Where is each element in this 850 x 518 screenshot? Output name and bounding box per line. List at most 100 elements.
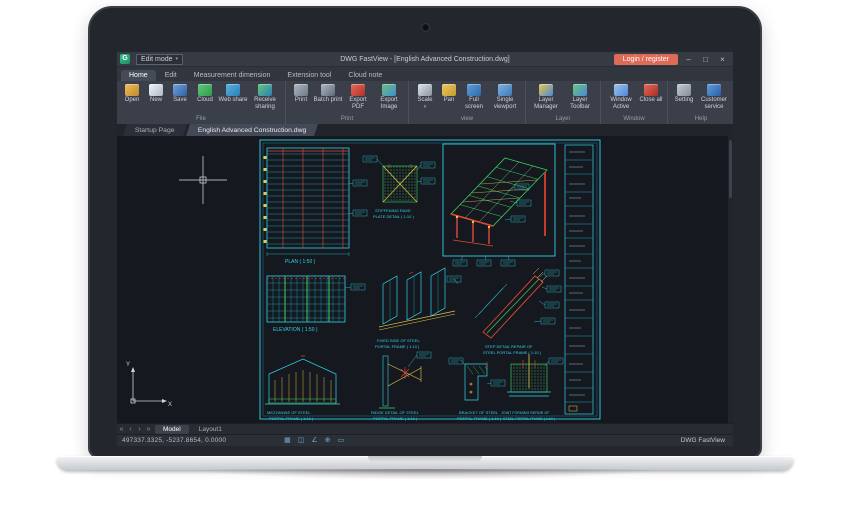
cursor-coordinates: 497337.3325, -5237.8654, 0.0000 (122, 437, 227, 444)
image-icon (382, 84, 396, 96)
tab-extension-tool[interactable]: Extension tool (279, 70, 339, 81)
gear-icon (677, 84, 691, 96)
single-viewport-button[interactable]: Single viewport (488, 83, 522, 110)
grid-icon[interactable]: ▦ (284, 436, 291, 446)
customer-service-button[interactable]: Customer service (697, 83, 731, 110)
svg-text:PORTAL FRAME ( 1:10 ): PORTAL FRAME ( 1:10 ) (373, 416, 418, 421)
svg-text:Y: Y (126, 362, 130, 368)
snap-icon[interactable]: ◫ (298, 436, 305, 446)
bracket-detail: BRACKET OF STEEL PORTAL FRAME ( 1:10 ) (457, 362, 502, 421)
batch-print-button[interactable]: Batch print (313, 83, 343, 104)
full-screen-button[interactable]: Full screen (460, 83, 488, 110)
crosshair-cursor (179, 156, 227, 204)
export-image-button[interactable]: Export Image (373, 83, 405, 110)
svg-text:PORTAL FRAME ( 1:10 ): PORTAL FRAME ( 1:10 ) (269, 416, 314, 421)
svg-text:STEEL PORTAL FRAME ( 1:10 ): STEEL PORTAL FRAME ( 1:10 ) (483, 350, 542, 355)
footing-detail: JOINT FORMING REPAIR OF STEEL PORTAL FRA… (501, 354, 555, 421)
monitor-icon (467, 84, 481, 96)
scale-button[interactable]: Scale ▾ (412, 83, 438, 109)
ucs-axis-icon: Y X (126, 362, 172, 408)
save-floppy-icon (173, 84, 187, 96)
save-button[interactable]: Save (168, 83, 192, 104)
lineweight-icon[interactable]: ▭ (338, 436, 345, 446)
layers-toolbar-icon (573, 84, 587, 96)
layer-toolbar-button[interactable]: Layer Toolbar (563, 83, 597, 110)
login-register-button[interactable]: Login / register (613, 53, 678, 65)
elevation-view: ELEVATION ( 1:50 ) (266, 275, 346, 333)
stiffener-detail: STIFFENING RAKE PLATE DETAIL ( 1:10 ) (373, 164, 418, 219)
export-pdf-button[interactable]: Export PDF (343, 83, 373, 110)
osnap-icon[interactable]: ⊕ (325, 436, 331, 446)
step-detail: STEP DETAIL REPAIR OF STEEL PORTAL FRAME… (474, 267, 548, 355)
nav-prev-button[interactable]: ‹ (126, 426, 135, 433)
nav-last-button[interactable]: » (144, 426, 153, 433)
ribbon-group-view: Scale ▾ Pan Full screen Single viewport … (409, 81, 526, 124)
laptop-notch (368, 456, 482, 462)
hand-pan-icon (442, 84, 456, 96)
chevron-down-icon: ▾ (423, 103, 427, 110)
print-button[interactable]: Print (289, 83, 313, 104)
ribbon-tab-bar: Home Edit Measurement dimension Extensio… (117, 67, 733, 81)
edit-mode-dropdown[interactable]: Edit mode ▾ (136, 53, 184, 65)
layer-manager-button[interactable]: Layer Manager (529, 83, 563, 110)
tab-drawing-file[interactable]: English Advanced Construction.dwg (185, 124, 319, 136)
tab-cloud-note[interactable]: Cloud note (340, 70, 390, 81)
nav-next-button[interactable]: › (135, 426, 144, 433)
tab-edit[interactable]: Edit (157, 70, 185, 81)
angle-icon[interactable]: ∠ (311, 436, 317, 446)
scrollbar-thumb[interactable] (729, 140, 732, 198)
svg-text:PLATE DETAIL ( 1:10 ): PLATE DETAIL ( 1:10 ) (373, 214, 414, 219)
cad-drawing: Y X PLAN (1:50) ELEVATION (1:50) STI… (126, 139, 601, 421)
svg-text:ELEVATION ( 1:50 ): ELEVATION ( 1:50 ) (273, 327, 318, 333)
group-label-print: Print (340, 116, 354, 122)
web-share-button[interactable]: Web share (218, 83, 248, 104)
group-label-window: Window (623, 116, 645, 122)
status-toggle-icons: ▦ ◫ ∠ ⊕ ▭ (284, 436, 344, 446)
laptop-mockup: DWG FastView - [English Advanced Constru… (0, 0, 850, 518)
pan-button[interactable]: Pan (438, 83, 460, 104)
ribbon: Open New Save Cloud Web share Receive sh… (117, 81, 733, 124)
tab-model[interactable]: Model (155, 424, 189, 434)
laptop-shadow (110, 469, 740, 483)
svg-text:PORTAL FRAME ( 1:10 ): PORTAL FRAME ( 1:10 ) (375, 344, 420, 349)
headset-icon (707, 84, 721, 96)
svg-text:PORTAL FRAME ( 1:10 ): PORTAL FRAME ( 1:10 ) (457, 416, 502, 421)
cloud-button[interactable]: Cloud (192, 83, 218, 104)
tab-measurement-dimension[interactable]: Measurement dimension (186, 70, 279, 81)
ribbon-group-print: Print Batch print Export PDF Export Imag… (286, 81, 409, 124)
document-tab-bar: Startup Page English Advanced Constructi… (117, 124, 733, 136)
group-label-help: Help (694, 116, 708, 122)
ribbon-group-window: Window Active Close all Window (601, 81, 668, 124)
svg-text:STIFFENING RAKE: STIFFENING RAKE (375, 208, 411, 213)
svg-text:X: X (168, 402, 172, 408)
ribbon-group-file: Open New Save Cloud Web share Receive sh… (117, 81, 286, 124)
viewport-icon (498, 84, 512, 96)
chevron-down-icon: ▾ (175, 56, 179, 62)
pdf-file-icon (351, 84, 365, 96)
svg-text:STEEL PORTAL FRAME ( 1:10 ): STEEL PORTAL FRAME ( 1:10 ) (503, 417, 555, 421)
nav-first-button[interactable]: « (117, 426, 126, 433)
drawing-canvas[interactable]: Y X PLAN (1:50) ELEVATION (1:50) STI… (117, 136, 733, 423)
vertical-scrollbar (728, 136, 733, 423)
close-button[interactable]: × (716, 54, 729, 65)
close-all-button[interactable]: Close all (638, 83, 664, 104)
minimize-button[interactable]: – (682, 54, 695, 65)
tab-layout1[interactable]: Layout1 (191, 425, 230, 434)
laptop-lid: DWG FastView - [English Advanced Constru… (88, 6, 762, 458)
new-button[interactable]: New (144, 83, 168, 104)
portal-frames: FIXED SIDE OF STEEL PORTAL FRAME ( 1:10 … (375, 267, 456, 349)
open-button[interactable]: Open (120, 83, 144, 104)
title-bar: DWG FastView - [English Advanced Constru… (117, 52, 733, 67)
maximize-button[interactable]: □ (699, 54, 712, 65)
tab-home[interactable]: Home (121, 70, 156, 81)
svg-text:PLAN ( 1:50 ): PLAN ( 1:50 ) (285, 259, 316, 265)
window-active-button[interactable]: Window Active (604, 83, 638, 110)
setting-button[interactable]: Setting (671, 83, 697, 104)
tab-startup-page[interactable]: Startup Page (123, 124, 187, 136)
cloud-icon (198, 84, 212, 96)
receive-arrows-icon (258, 84, 272, 96)
printer-icon (294, 84, 308, 96)
receive-sharing-button[interactable]: Receive sharing (248, 83, 282, 110)
ribbon-group-help: Setting Customer service Help (668, 81, 733, 124)
laptop-base (57, 456, 793, 470)
